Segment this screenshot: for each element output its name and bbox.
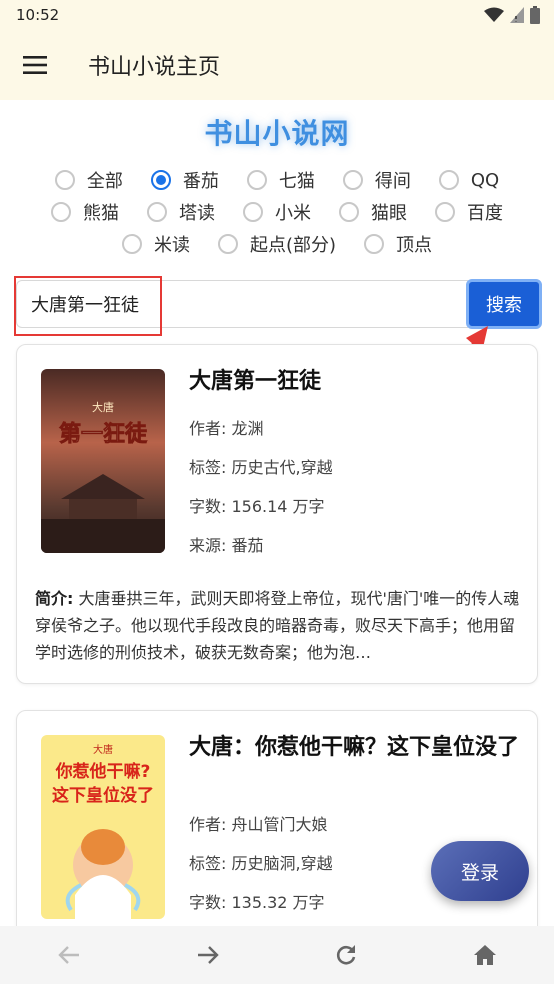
source-row-1: 全部 番茄 七猫 得间 QQ xyxy=(0,167,554,193)
book-cover[interactable]: 大唐 你惹他干嘛? 这下皇位没了 xyxy=(41,735,165,919)
radio-button[interactable] xyxy=(243,202,263,222)
source-option[interactable]: 米读 xyxy=(121,231,190,257)
radio-button[interactable] xyxy=(150,170,171,190)
source-option[interactable]: 全部 xyxy=(54,167,123,193)
source-option-label: 百度 xyxy=(467,203,503,224)
book-card[interactable]: 大唐 第一狂徒 大唐第一狂徒 作者: 龙渊 标签: 历史古代,穿越 字数: 15… xyxy=(16,344,538,684)
book-words: 字数: 135.32 万字 xyxy=(189,893,325,912)
arrow-right-icon xyxy=(197,946,219,964)
book-author: 作者: 舟山管门大娘 xyxy=(189,815,328,834)
book-words: 字数: 156.14 万字 xyxy=(189,497,325,516)
cover-small-text: 大唐 xyxy=(93,743,113,756)
source-option-label: 起点(部分) xyxy=(249,235,337,256)
radio-button[interactable] xyxy=(147,202,167,222)
source-option-label: 顶点 xyxy=(396,235,433,256)
source-row-3: 米读 起点(部分) 顶点 xyxy=(0,231,554,257)
book-intro: 简介: 大唐垂拱三年，武则天即将登上帝位，现代'唐门'唯一的传人魂穿侯爷之子。他… xyxy=(35,585,525,666)
signal-icon xyxy=(510,7,524,23)
source-row-2: 熊猫 塔读 小米 猫眼 百度 xyxy=(0,199,554,225)
radio-button[interactable] xyxy=(121,234,142,254)
source-option-label: 熊猫 xyxy=(83,203,119,224)
menu-icon xyxy=(23,56,47,74)
radio-button[interactable] xyxy=(342,170,363,190)
source-option[interactable]: 塔读 xyxy=(147,199,215,225)
source-option[interactable]: 顶点 xyxy=(364,231,432,257)
forward-button[interactable] xyxy=(178,930,238,980)
search-bar: 搜索 xyxy=(14,276,542,336)
source-option[interactable]: 七猫 xyxy=(246,167,315,193)
cover-small-text: 大唐 xyxy=(92,400,114,414)
book-title[interactable]: 大唐第一狂徒 xyxy=(189,367,519,397)
radio-button[interactable] xyxy=(246,170,267,190)
source-option[interactable]: 番茄 xyxy=(150,167,219,193)
back-button[interactable] xyxy=(39,930,99,980)
book-card[interactable]: 大唐 你惹他干嘛? 这下皇位没了 大唐：你惹他干嘛？这下皇位没了 作者: 舟山管… xyxy=(16,710,538,940)
source-option[interactable]: 小米 xyxy=(243,199,311,225)
book-source: 来源: 番茄 xyxy=(189,536,264,555)
source-option-label: 七猫 xyxy=(278,171,315,192)
source-option-label: 塔读 xyxy=(179,203,215,224)
refresh-icon xyxy=(337,945,356,965)
status-time: 10:52 xyxy=(16,6,60,24)
source-option[interactable]: QQ xyxy=(438,167,500,193)
cover-title-text: 第一狂徒 xyxy=(59,421,148,447)
radio-button[interactable] xyxy=(435,202,455,222)
radio-button[interactable] xyxy=(51,202,71,222)
app-bar: 书山小说主页 xyxy=(0,30,554,100)
status-bar: 10:52 xyxy=(0,0,554,30)
source-option-label: QQ xyxy=(470,169,500,191)
home-icon xyxy=(473,945,496,965)
intro-label: 简介: xyxy=(35,589,74,608)
cover-title-line1: 你惹他干嘛? xyxy=(55,761,151,782)
radio-button[interactable] xyxy=(217,234,238,254)
source-option[interactable]: 得间 xyxy=(342,167,411,193)
source-option-label: 小米 xyxy=(275,203,311,224)
bottom-nav xyxy=(0,926,554,984)
site-title: 书山小说网 xyxy=(204,117,350,150)
book-tags: 标签: 历史脑洞,穿越 xyxy=(189,854,333,873)
login-button[interactable]: 登录 xyxy=(431,841,529,901)
wifi-icon xyxy=(484,7,504,22)
source-option[interactable]: 起点(部分) xyxy=(217,231,337,257)
source-option[interactable]: 熊猫 xyxy=(51,199,119,225)
search-button[interactable]: 搜索 xyxy=(466,279,542,329)
source-option-label: 猫眼 xyxy=(371,203,407,224)
book-tags: 标签: 历史古代,穿越 xyxy=(189,458,333,477)
source-option[interactable]: 猫眼 xyxy=(339,199,407,225)
search-input[interactable] xyxy=(16,280,468,328)
refresh-button[interactable] xyxy=(316,930,376,980)
source-option[interactable]: 百度 xyxy=(435,199,503,225)
menu-button[interactable] xyxy=(0,30,70,100)
status-icons xyxy=(484,6,540,24)
radio-button[interactable] xyxy=(339,202,359,222)
battery-icon xyxy=(530,6,540,24)
book-title[interactable]: 大唐：你惹他干嘛？这下皇位没了 xyxy=(189,733,519,763)
arrow-left-icon xyxy=(58,946,80,964)
book-cover[interactable]: 大唐 第一狂徒 xyxy=(41,369,165,553)
book-author: 作者: 龙渊 xyxy=(189,419,264,438)
source-option-label: 番茄 xyxy=(182,171,219,192)
source-option-label: 米读 xyxy=(153,235,190,256)
radio-button[interactable] xyxy=(54,170,75,190)
source-option-label: 全部 xyxy=(86,171,123,192)
source-option-label: 得间 xyxy=(374,171,411,192)
intro-text: 大唐垂拱三年，武则天即将登上帝位，现代'唐门'唯一的传人魂穿侯爷之子。他以现代手… xyxy=(35,589,520,662)
home-button[interactable] xyxy=(455,930,515,980)
app-title: 书山小说主页 xyxy=(88,55,221,80)
radio-button[interactable] xyxy=(438,170,459,190)
cover-title-line2: 这下皇位没了 xyxy=(52,785,154,806)
radio-button[interactable] xyxy=(364,234,385,254)
